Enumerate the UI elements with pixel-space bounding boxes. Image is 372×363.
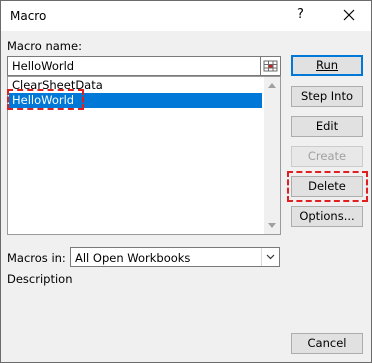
macros-in-value: All Open Workbooks bbox=[75, 251, 191, 265]
chevron-down-icon bbox=[266, 254, 275, 260]
macro-name-value: HelloWorld bbox=[12, 59, 75, 73]
macro-name-label: Macro name: bbox=[7, 39, 82, 53]
macros-in-select[interactable]: All Open Workbooks bbox=[70, 247, 280, 267]
create-button: Create bbox=[291, 146, 363, 167]
dropdown-button[interactable] bbox=[261, 248, 279, 266]
cancel-button[interactable]: Cancel bbox=[291, 333, 363, 354]
macro-list[interactable]: ClearSheetData HelloWorld bbox=[7, 76, 281, 235]
help-button[interactable]: ? bbox=[297, 7, 304, 22]
description-label: Description bbox=[7, 272, 73, 286]
run-button[interactable]: Run bbox=[291, 55, 363, 76]
edit-button[interactable]: Edit bbox=[291, 116, 363, 137]
macro-dialog: Macro ? Macro name: HelloWorld ClearShee… bbox=[0, 0, 372, 363]
close-icon bbox=[343, 9, 355, 21]
window-title: Macro bbox=[10, 9, 47, 23]
step-into-button[interactable]: Step Into bbox=[291, 86, 363, 107]
list-scrollbar[interactable] bbox=[264, 77, 280, 234]
range-select-button[interactable] bbox=[260, 56, 281, 76]
scroll-down-icon[interactable] bbox=[268, 223, 276, 228]
title-bar: Macro ? bbox=[1, 1, 371, 31]
range-select-icon bbox=[263, 60, 278, 72]
close-button[interactable] bbox=[337, 5, 361, 27]
macro-name-input[interactable]: HelloWorld bbox=[7, 56, 261, 76]
list-item[interactable]: ClearSheetData bbox=[9, 78, 103, 93]
macros-in-label: Macros in: bbox=[7, 251, 66, 265]
delete-button[interactable]: Delete bbox=[291, 176, 363, 197]
options-button[interactable]: Options... bbox=[291, 206, 363, 227]
list-item-selected[interactable]: HelloWorld bbox=[9, 93, 262, 108]
scroll-up-icon[interactable] bbox=[268, 83, 276, 88]
